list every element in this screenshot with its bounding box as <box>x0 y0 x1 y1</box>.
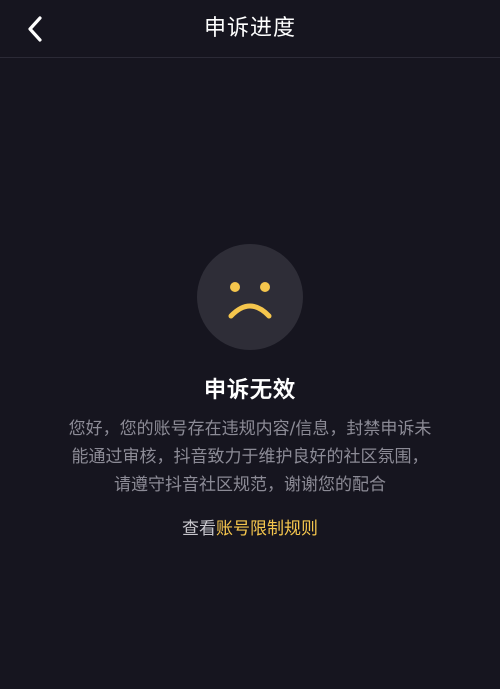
description-line: 请遵守抖音社区规范，谢谢您的配合 <box>114 475 386 495</box>
sad-face-icon <box>197 244 303 350</box>
account-restriction-rules-link[interactable]: 账号限制规则 <box>216 519 318 539</box>
rules-row: 查看账号限制规则 <box>0 514 500 539</box>
description-line: 能通过审核，抖音致力于维护良好的社区氛围， <box>71 447 429 467</box>
description-line: 您好，您的账号存在违规内容/信息，封禁申诉未 <box>68 419 432 439</box>
rules-prefix: 查看 <box>182 519 216 539</box>
top-nav-bar: 申诉进度 <box>0 0 500 58</box>
status-description: 您好，您的账号存在违规内容/信息，封禁申诉未 能通过审核，抖音致力于维护良好的社… <box>40 415 460 499</box>
status-title: 申诉无效 <box>203 378 296 403</box>
page-title: 申诉进度 <box>203 16 296 41</box>
